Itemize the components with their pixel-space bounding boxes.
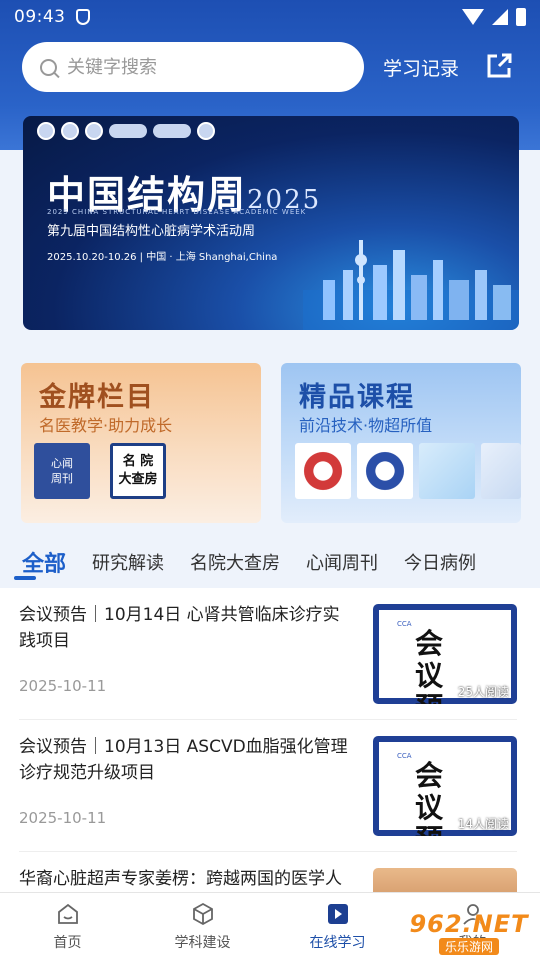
battery-icon [516,8,526,26]
card-subtitle: 名医教学·助力成长 [39,416,173,435]
heart-weekly-thumb[interactable]: 心闻 周刊 [34,443,90,499]
watermark-logo: 962.NET 乐乐游网 [402,910,536,958]
premium-course-card[interactable]: 精品课程 前沿技术·物超所值 [281,363,521,523]
skyline-illustration [303,240,519,330]
thumb-text: 名 院 [122,454,154,469]
article-thumbnail: CCA 会 议 预 告 14人阅读 [373,736,517,836]
share-icon[interactable] [485,52,513,80]
list-item[interactable]: 会议预告｜10月14日 心肾共管临床诊疗实践项目 2025-10-11 CCA … [19,588,517,720]
nav-label: 在线学习 [309,934,366,951]
list-item[interactable]: 华裔心脏超声专家姜楞：跨越两国的医学人生路上永在探索，专 [19,852,517,892]
course-thumb[interactable] [481,443,521,499]
search-input[interactable] [67,56,327,78]
logo-icon [153,124,191,138]
category-tabs: 全部 研究解读 名院大查房 心闻周刊 今日病例 [0,540,540,584]
read-count: 25人阅读 [457,685,509,699]
wifi-icon [462,9,484,25]
course-thumb[interactable] [419,443,475,499]
logo-icon [85,122,103,140]
nav-online-learning[interactable]: 在线学习 [270,893,405,960]
banner[interactable]: 中国结构周2025 2025 CHINA STRUCTURAL HEART DI… [23,116,519,330]
cube-icon [192,902,213,925]
logo-icon [197,122,215,140]
article-title: 会议预告｜10月14日 心肾共管临床诊疗实践项目 [19,605,340,651]
seal-icon [301,449,345,493]
nav-home[interactable]: 首页 [0,893,135,960]
thumb-text: 心闻 [51,457,73,470]
thumb-text: 大查房 [118,472,158,487]
search-icon [40,58,57,76]
search-bar[interactable] [22,42,364,92]
logo-icon [109,124,147,138]
logo-icon [37,122,55,140]
course-thumb[interactable] [357,443,413,499]
article-title: 会议预告｜10月13日 ASCVD血脂强化管理诊疗规范升级项目 [19,737,348,783]
nav-label: 学科建设 [174,934,231,951]
status-bar: 09:43 [0,0,540,34]
card-title: 精品课程 [299,382,415,413]
status-time: 09:43 [14,7,66,27]
card-title: 金牌栏目 [39,382,155,413]
signal-icon [492,9,508,25]
logo-icon [61,122,79,140]
article-date: 2025-10-11 [19,809,107,827]
thumb-text: 周刊 [51,472,73,485]
study-record-button[interactable]: 学习记录 [383,54,459,81]
nav-label: 首页 [53,934,82,951]
banner-date: 2025.10.20-10.26 | 中国 · 上海 Shanghai,Chin… [47,252,278,263]
thumb-logo: CCA [397,752,412,760]
article-date: 2025-10-11 [19,677,107,695]
article-list: 会议预告｜10月14日 心肾共管临床诊疗实践项目 2025-10-11 CCA … [0,588,540,892]
tab-grand-rounds[interactable]: 名院大查房 [190,549,280,575]
article-title: 华裔心脏超声专家姜楞：跨越两国的医学人生路上永在探索，专 [19,869,342,889]
article-thumbnail [373,868,517,892]
watermark-text: 乐乐游网 [438,938,499,955]
seal-icon [363,449,407,493]
thumb-logo: CCA [397,620,412,628]
home-icon [57,903,78,924]
shield-icon [75,9,90,25]
article-thumbnail: CCA 会 议 预 告 25人阅读 [373,604,517,704]
tab-today-case[interactable]: 今日病例 [404,549,476,575]
banner-subtitle-en: 2025 CHINA STRUCTURAL HEART DISEASE ACAD… [47,208,307,216]
watermark-text: 962.NET [409,910,529,938]
tab-all[interactable]: 全部 [22,546,66,578]
read-count: 14人阅读 [457,817,509,831]
tab-heart-weekly[interactable]: 心闻周刊 [306,549,378,575]
tab-indicator [14,576,36,580]
banner-logos [37,122,215,140]
tab-research[interactable]: 研究解读 [92,549,164,575]
grand-rounds-thumb[interactable]: 名 院 大查房 [110,443,166,499]
course-thumb[interactable] [295,443,351,499]
nav-discipline[interactable]: 学科建设 [135,893,270,960]
card-subtitle: 前沿技术·物超所值 [299,416,433,435]
list-item[interactable]: 会议预告｜10月13日 ASCVD血脂强化管理诊疗规范升级项目 2025-10-… [19,720,517,852]
gold-column-card[interactable]: 金牌栏目 名医教学·助力成长 心闻 周刊 名 院 大查房 [21,363,261,523]
banner-subtitle-cn: 第九届中国结构性心脏病学术活动周 [47,224,256,239]
play-icon [327,903,348,924]
